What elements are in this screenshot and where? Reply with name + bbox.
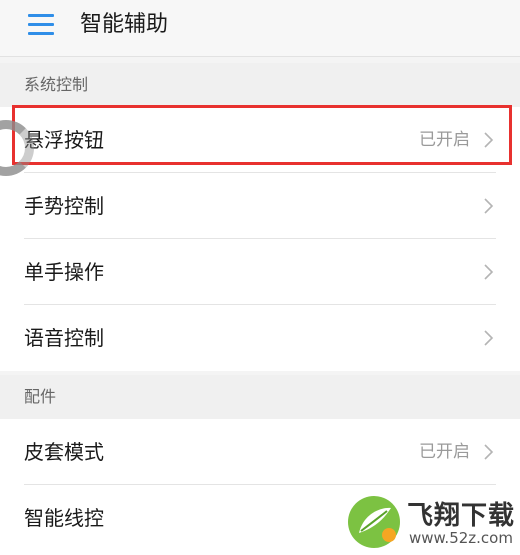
list-item-voice-control[interactable]: 语音控制	[0, 305, 520, 371]
list-item-label: 悬浮按钮	[24, 128, 104, 152]
app-header: 智能辅助	[0, 0, 520, 57]
list-item-one-hand-mode[interactable]: 单手操作	[0, 239, 520, 305]
status-text: 已开启	[419, 442, 470, 462]
chevron-right-icon	[484, 330, 494, 346]
hamburger-menu-icon[interactable]	[28, 14, 54, 36]
chevron-right-icon	[484, 198, 494, 214]
list-item-label: 语音控制	[24, 326, 104, 350]
status-text: 已开启	[419, 130, 470, 150]
list-item-label: 单手操作	[24, 260, 104, 284]
watermark-logo: 飞翔下载 www.52z.com	[345, 493, 515, 551]
watermark-url: www.52z.com	[409, 529, 513, 547]
section-header-system-control: 系统控制	[0, 63, 520, 107]
chevron-right-icon	[484, 132, 494, 148]
chevron-right-icon	[484, 264, 494, 280]
list-item-gesture-control[interactable]: 手势控制	[0, 173, 520, 239]
list-item-label: 皮套模式	[24, 440, 104, 464]
list-item-cover-mode[interactable]: 皮套模式 已开启	[0, 419, 520, 485]
chevron-right-icon	[484, 444, 494, 460]
watermark-text: 飞翔下载	[407, 501, 516, 531]
page-title: 智能辅助	[80, 12, 169, 37]
list-item-floating-button[interactable]: 悬浮按钮 已开启	[0, 107, 520, 173]
list-item-label: 智能线控	[24, 506, 104, 530]
section-header-accessories: 配件	[0, 375, 520, 419]
leaf-logo-icon	[348, 496, 400, 548]
list-item-label: 手势控制	[24, 194, 104, 218]
